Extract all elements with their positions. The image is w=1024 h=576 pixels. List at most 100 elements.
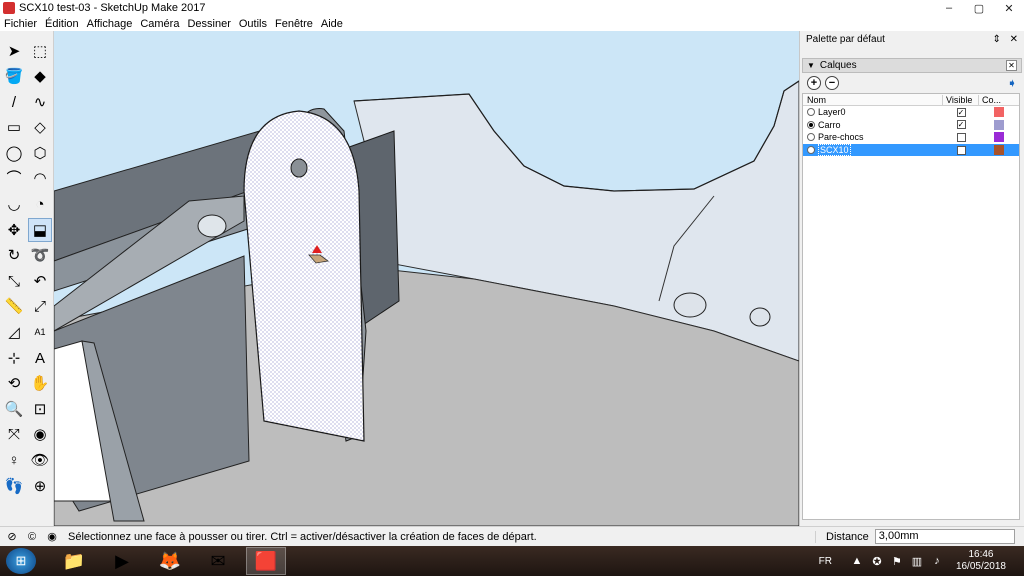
tray-pin-icon[interactable]: ⇕: [992, 34, 1000, 45]
volume-icon[interactable]: ♪: [930, 554, 944, 568]
thunderbird-icon[interactable]: ✉: [198, 547, 238, 575]
zoom-extents-icon[interactable]: ⤧: [2, 423, 26, 447]
layer-visible-checkbox[interactable]: ✓: [956, 120, 966, 130]
walk-icon[interactable]: 👣: [2, 474, 26, 498]
layer-color-swatch[interactable]: [994, 107, 1004, 118]
menu-affichage[interactable]: Affichage: [83, 18, 137, 30]
layer-visible-cell: [943, 145, 979, 155]
window-title: SCX10 test-03 - SketchUp Make 2017: [19, 2, 206, 14]
tape-measure-icon[interactable]: 📏: [2, 295, 26, 319]
explorer-icon[interactable]: 📁: [54, 547, 94, 575]
text-icon[interactable]: A1: [28, 321, 52, 345]
layer-visible-checkbox[interactable]: [956, 132, 966, 142]
layer-visible-cell: ✓: [943, 120, 979, 130]
scale-icon[interactable]: ⤡: [2, 269, 26, 293]
menu-edition[interactable]: Édition: [41, 18, 83, 30]
wheel-hole-right: [749, 307, 771, 327]
language-indicator[interactable]: FR: [819, 556, 832, 567]
select-icon[interactable]: ➤: [2, 39, 26, 63]
layers-panel-title: Calques: [819, 60, 857, 71]
two-point-arc-icon[interactable]: ◠: [28, 167, 52, 191]
move-icon[interactable]: ✥: [2, 218, 26, 242]
3d-text-icon[interactable]: A: [28, 346, 52, 370]
layer-row[interactable]: SCX10: [803, 143, 1019, 157]
sketchup-icon[interactable]: 🟥: [246, 547, 286, 575]
follow-me-icon[interactable]: ➰: [28, 244, 52, 268]
flag-icon[interactable]: ⚑: [890, 554, 904, 568]
start-button[interactable]: ⊞: [6, 548, 36, 574]
look-around-icon[interactable]: 👁: [28, 449, 52, 473]
axes-icon[interactable]: ⊹: [2, 346, 26, 370]
freehand-icon[interactable]: ∿: [28, 90, 52, 114]
zoom-icon[interactable]: 🔍: [2, 397, 26, 421]
layer-visible-checkbox[interactable]: [956, 145, 966, 155]
close-button[interactable]: ✕: [994, 0, 1024, 16]
layer-row[interactable]: Layer0 ✓: [803, 106, 1019, 119]
layer-color-swatch[interactable]: [994, 119, 1004, 130]
position-camera-icon[interactable]: ♀: [2, 449, 26, 473]
maximize-button[interactable]: ▢: [964, 0, 994, 16]
minimize-button[interactable]: –: [934, 0, 964, 16]
active-layer-radio[interactable]: [807, 146, 815, 155]
clock[interactable]: 16:46 16/05/2018: [956, 549, 1006, 573]
menu-aide[interactable]: Aide: [317, 18, 347, 30]
zoom-window-icon[interactable]: ⊡: [28, 397, 52, 421]
tray-close-icon[interactable]: ✕: [1010, 34, 1018, 45]
protractor-icon[interactable]: ◿: [2, 321, 26, 345]
menu-outils[interactable]: Outils: [235, 18, 271, 30]
previous-view-icon[interactable]: ◉: [28, 423, 52, 447]
layer-row[interactable]: Pare-chocs: [803, 131, 1019, 144]
polygon-icon[interactable]: ⬡: [28, 141, 52, 165]
rotated-rectangle-icon[interactable]: ◇: [28, 116, 52, 140]
circle-icon[interactable]: ◯: [2, 141, 26, 165]
orbit-icon[interactable]: ⟲: [2, 372, 26, 396]
layers-panel-close-icon[interactable]: ✕: [1006, 60, 1017, 71]
network-icon[interactable]: ▥: [910, 554, 924, 568]
delete-layer-button[interactable]: −: [825, 76, 839, 90]
active-layer-radio[interactable]: [807, 120, 815, 129]
active-layer-radio[interactable]: [807, 108, 815, 117]
layer-visible-checkbox[interactable]: ✓: [956, 107, 966, 117]
column-name[interactable]: Nom: [803, 94, 943, 105]
layer-name-cell: Pare-chocs: [803, 132, 943, 142]
column-visible[interactable]: Visible: [943, 94, 979, 105]
media-player-icon[interactable]: ▶: [102, 547, 142, 575]
credits-icon[interactable]: ©: [24, 529, 40, 545]
rotate-icon[interactable]: ↻: [2, 244, 26, 268]
menu-fenetre[interactable]: Fenêtre: [271, 18, 317, 30]
menu-camera[interactable]: Caméra: [136, 18, 183, 30]
antivirus-icon[interactable]: ✪: [870, 554, 884, 568]
status-message: Sélectionnez une face à pousser ou tirer…: [68, 530, 537, 543]
line-icon[interactable]: /: [2, 90, 26, 114]
rectangle-icon[interactable]: ▭: [2, 116, 26, 140]
layers-panel-header[interactable]: ▼ Calques ✕: [802, 58, 1022, 73]
show-hidden-icons-icon[interactable]: ▲: [850, 554, 864, 568]
details-arrow-icon[interactable]: ➧: [1007, 76, 1017, 90]
section-plane-icon[interactable]: ⊕: [28, 474, 52, 498]
three-point-arc-icon[interactable]: ◡: [2, 193, 26, 217]
pie-icon[interactable]: ◔: [28, 193, 52, 217]
active-layer-radio[interactable]: [807, 133, 815, 142]
menu-fichier[interactable]: Fichier: [0, 18, 41, 30]
make-component-icon[interactable]: ⬚: [28, 39, 52, 63]
column-color[interactable]: Co...: [979, 95, 1019, 105]
arc-icon[interactable]: ⌒: [2, 167, 26, 191]
offset-icon[interactable]: ↶: [28, 269, 52, 293]
dimension-icon[interactable]: ⤢: [28, 295, 52, 319]
layer-color-swatch[interactable]: [994, 132, 1004, 143]
layer-color-swatch[interactable]: [994, 145, 1004, 156]
eraser-icon[interactable]: ◆: [28, 65, 52, 89]
model-scene[interactable]: [54, 31, 799, 526]
measurements-input[interactable]: 3,00mm: [874, 529, 1015, 544]
firefox-icon[interactable]: 🦊: [150, 547, 190, 575]
pan-icon[interactable]: ✋: [28, 372, 52, 396]
geolocation-icon[interactable]: ⊘: [4, 529, 20, 545]
collapse-triangle-icon[interactable]: ▼: [807, 61, 815, 70]
3d-viewport[interactable]: [54, 31, 799, 526]
add-layer-button[interactable]: +: [807, 76, 821, 90]
user-icon[interactable]: ◉: [44, 529, 60, 545]
menu-dessiner[interactable]: Dessiner: [183, 18, 234, 30]
paint-bucket-icon[interactable]: 🪣: [2, 65, 26, 89]
push-pull-icon[interactable]: ⬓: [28, 218, 52, 243]
layer-row[interactable]: Carro ✓: [803, 119, 1019, 132]
